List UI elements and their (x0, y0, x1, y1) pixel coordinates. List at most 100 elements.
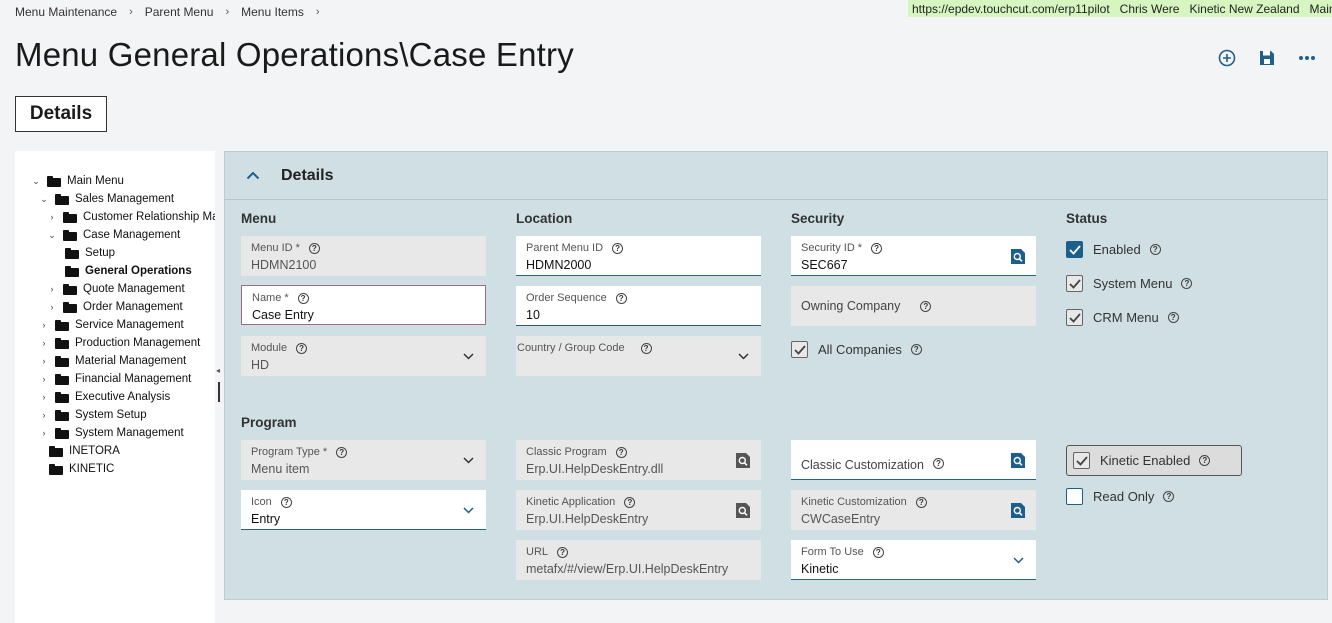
help-icon[interactable]: ? (624, 496, 636, 508)
classic-customization-input[interactable]: Classic Customization ? (791, 440, 1036, 480)
tree-node-case-management[interactable]: ⌄ Case Management (47, 226, 180, 244)
chevron-right-icon[interactable]: › (39, 374, 49, 384)
help-icon[interactable]: ? (915, 496, 927, 508)
breadcrumb-parent-menu[interactable]: Parent Menu (145, 5, 214, 19)
order-sequence-value[interactable]: 10 (526, 308, 751, 322)
tree-node-material-management[interactable]: › Material Management (39, 352, 187, 370)
search-lookup-icon[interactable] (1010, 502, 1026, 518)
tree-node-setup[interactable]: Setup (65, 244, 115, 262)
tree-node-service-management[interactable]: › Service Management (39, 316, 184, 334)
help-icon[interactable]: ? (336, 446, 348, 458)
form-to-use-value[interactable]: Kinetic (801, 562, 1026, 576)
help-icon[interactable]: ? (1181, 278, 1193, 289)
help-icon[interactable]: ? (910, 344, 922, 355)
checkbox-checked-icon[interactable] (1066, 275, 1083, 292)
collapse-tree-icon[interactable]: ◂ (216, 366, 220, 375)
checkbox-unchecked-icon[interactable] (1066, 488, 1083, 505)
tree-node-system-management[interactable]: › System Management (39, 424, 184, 442)
kinetic-enabled-checkbox[interactable]: Kinetic Enabled ? (1073, 452, 1211, 469)
chevron-right-icon[interactable]: › (47, 212, 57, 222)
icon-value[interactable]: Entry (251, 512, 476, 526)
help-icon[interactable]: ? (557, 546, 569, 558)
help-icon[interactable]: ? (871, 242, 883, 254)
help-icon[interactable]: ? (1199, 455, 1211, 466)
splitter-handle[interactable] (218, 382, 220, 402)
chevron-down-icon[interactable] (460, 502, 476, 518)
tree-node-sales-management[interactable]: ⌄ Sales Management (39, 190, 174, 208)
details-panel-header[interactable]: Details (225, 152, 1327, 200)
search-lookup-icon[interactable] (1010, 452, 1026, 468)
country-group-dropdown[interactable]: Country / Group Code? (516, 336, 761, 376)
chevron-down-icon[interactable] (460, 348, 476, 364)
breadcrumb-menu-items[interactable]: Menu Items (241, 5, 304, 19)
chevron-right-icon[interactable]: › (39, 428, 49, 438)
security-id-input[interactable]: Security ID *? SEC667 (791, 236, 1036, 276)
parent-menu-id-value[interactable]: HDMN2000 (526, 258, 751, 272)
search-lookup-icon[interactable] (735, 502, 751, 518)
chevron-right-icon[interactable]: › (39, 356, 49, 366)
more-options-button[interactable] (1294, 48, 1320, 68)
chevron-down-icon[interactable]: ⌄ (31, 176, 41, 187)
name-input[interactable]: Name *? Case Entry (241, 285, 486, 325)
chevron-right-icon[interactable]: › (47, 302, 57, 312)
help-icon[interactable]: ? (920, 300, 932, 312)
tree-node-executive-analysis[interactable]: › Executive Analysis (39, 388, 171, 406)
parent-menu-id-input[interactable]: Parent Menu ID? HDMN2000 (516, 236, 761, 276)
chevron-right-icon[interactable]: › (39, 392, 49, 402)
help-icon[interactable]: ? (1149, 244, 1161, 255)
crm-menu-checkbox[interactable]: CRM Menu ? (1066, 309, 1179, 326)
tree-node-crm[interactable]: › Customer Relationship Management (47, 208, 216, 226)
tree-node-quote-management[interactable]: › Quote Management (47, 280, 185, 298)
tree-node-inetora[interactable]: INETORA (49, 442, 120, 460)
name-value[interactable]: Case Entry (252, 308, 475, 322)
help-icon[interactable]: ? (297, 292, 309, 304)
search-lookup-icon[interactable] (1010, 248, 1026, 264)
tree-node-system-setup[interactable]: › System Setup (39, 406, 147, 424)
chevron-right-icon[interactable]: › (39, 410, 49, 420)
chevron-up-icon[interactable] (225, 171, 281, 180)
chevron-down-icon[interactable] (460, 452, 476, 468)
env-site[interactable]: Main Site (1310, 2, 1332, 16)
help-icon[interactable]: ? (1167, 312, 1179, 323)
help-icon[interactable]: ? (308, 242, 320, 254)
security-id-value[interactable]: SEC667 (801, 258, 1026, 272)
help-icon[interactable]: ? (640, 342, 652, 354)
chevron-down-icon[interactable] (1010, 552, 1026, 568)
chevron-down-icon[interactable]: ⌄ (47, 230, 57, 241)
help-icon[interactable]: ? (1163, 491, 1175, 502)
chevron-right-icon[interactable]: › (39, 338, 49, 348)
env-company[interactable]: Kinetic New Zealand (1189, 2, 1299, 16)
help-icon[interactable]: ? (932, 458, 944, 469)
order-sequence-input[interactable]: Order Sequence? 10 (516, 286, 761, 326)
tree-node-kinetic[interactable]: KINETIC (49, 460, 114, 478)
all-companies-checkbox[interactable]: All Companies ? (791, 341, 922, 358)
chevron-down-icon[interactable] (735, 348, 751, 364)
chevron-right-icon[interactable]: › (39, 320, 49, 330)
tree-node-main-menu[interactable]: ⌄ Main Menu (31, 172, 124, 190)
help-icon[interactable]: ? (615, 292, 627, 304)
save-button[interactable] (1254, 48, 1280, 68)
help-icon[interactable]: ? (612, 242, 624, 254)
form-to-use-dropdown[interactable]: Form To Use? Kinetic (791, 540, 1036, 580)
checkbox-checked-icon[interactable] (1073, 452, 1090, 469)
checkbox-checked-icon[interactable] (1066, 309, 1083, 326)
module-dropdown[interactable]: Module? HD (241, 336, 486, 376)
icon-dropdown[interactable]: Icon? Entry (241, 490, 486, 530)
tree-node-production-management[interactable]: › Production Management (39, 334, 201, 352)
add-new-button[interactable] (1214, 48, 1240, 68)
breadcrumb-menu-maintenance[interactable]: Menu Maintenance (15, 5, 117, 19)
enabled-checkbox[interactable]: Enabled ? (1066, 241, 1161, 258)
checkbox-checked-icon[interactable] (1066, 241, 1083, 258)
search-lookup-icon[interactable] (735, 452, 751, 468)
chevron-down-icon[interactable]: ⌄ (39, 194, 49, 205)
read-only-checkbox[interactable]: Read Only ? (1066, 488, 1175, 505)
tree-node-order-management[interactable]: › Order Management (47, 298, 183, 316)
chevron-right-icon[interactable]: › (47, 284, 57, 294)
checkbox-checked-icon[interactable] (791, 341, 808, 358)
tab-details[interactable]: Details (15, 96, 107, 132)
program-type-dropdown[interactable]: Program Type *? Menu item (241, 440, 486, 480)
help-icon[interactable]: ? (280, 496, 292, 508)
help-icon[interactable]: ? (872, 546, 884, 558)
env-user[interactable]: Chris Were (1120, 2, 1180, 16)
tree-node-general-operations[interactable]: General Operations (65, 262, 192, 280)
